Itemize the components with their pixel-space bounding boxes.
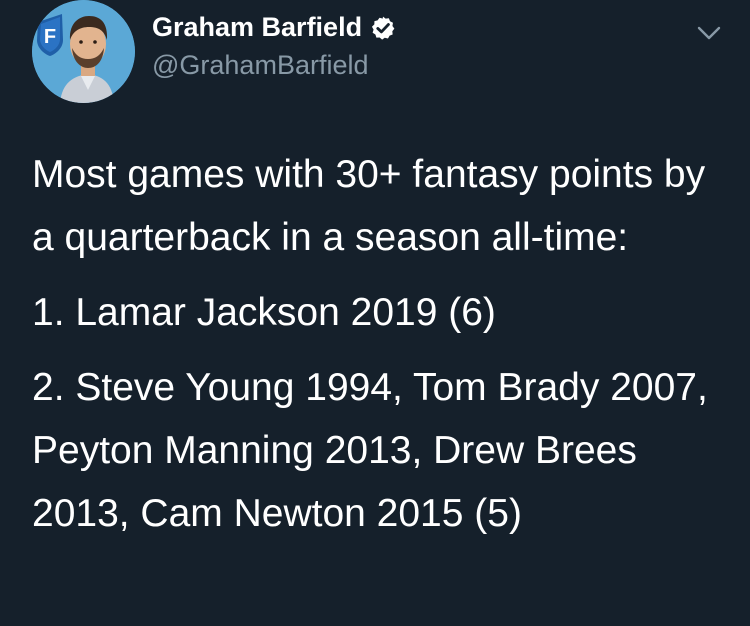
display-name-text: Graham Barfield [152, 12, 363, 42]
display-name[interactable]: Graham Barfield [152, 12, 396, 43]
tweet-list-item-2: 2. Steve Young 1994, Tom Brady 2007, Pey… [32, 366, 708, 535]
user-handle[interactable]: @GrahamBarfield [152, 50, 369, 81]
tweet-list-item-1: 1. Lamar Jackson 2019 (6) [32, 291, 496, 334]
verified-badge-icon [372, 16, 395, 40]
tweet-intro: Most games with 30+ fantasy points by a … [32, 153, 706, 259]
chevron-down-icon[interactable] [694, 22, 724, 44]
avatar[interactable]: F [32, 0, 135, 103]
avatar-image: F [32, 0, 135, 103]
tweet-card: F Graham Barfield @GrahamBarfield Most g… [0, 0, 750, 626]
avatar-badge-letter: F [44, 26, 56, 48]
tweet-text: Most games with 30+ fantasy points by a … [32, 143, 722, 545]
